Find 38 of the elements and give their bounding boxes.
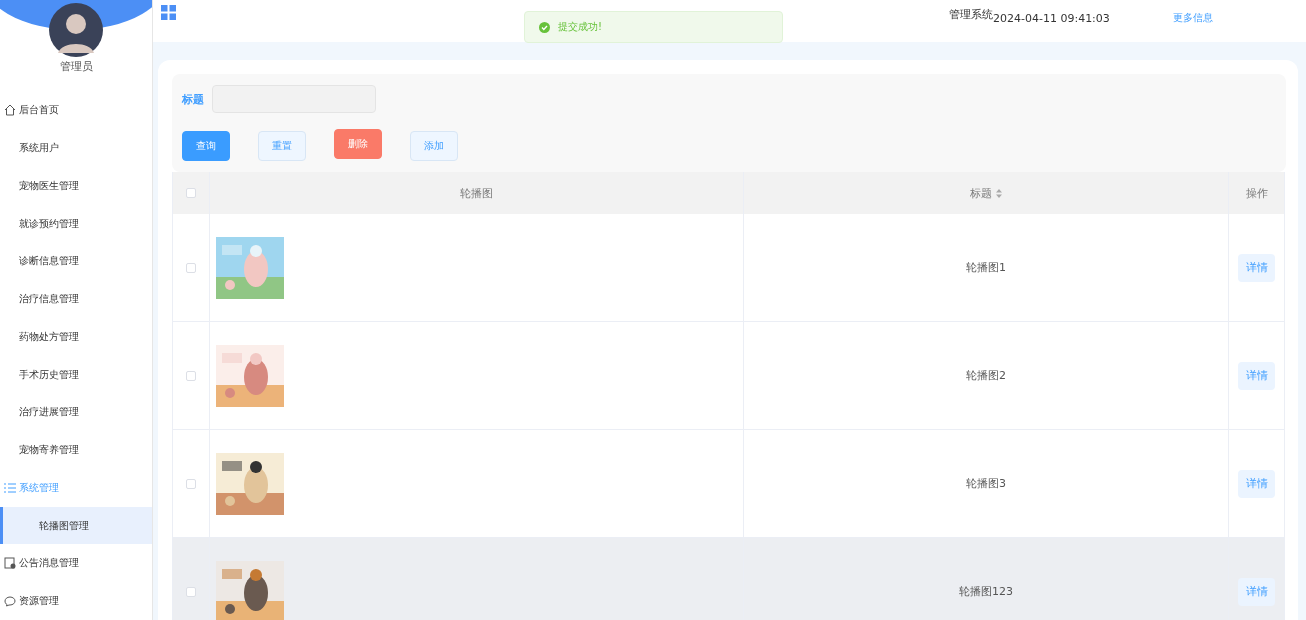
row-checkbox[interactable] — [186, 262, 196, 273]
user-name: 管理员 — [59, 59, 93, 74]
menu-item[interactable]: 治疗进展管理 — [0, 393, 152, 432]
avatar — [49, 3, 103, 57]
search-label: 标题 — [182, 91, 204, 107]
document-icon — [4, 557, 16, 570]
datetime: 2024-04-11 09:41:03 — [993, 11, 1111, 25]
row-checkbox[interactable] — [186, 370, 196, 381]
menu-item[interactable]: 就诊预约管理 — [0, 204, 152, 243]
menu-item[interactable]: 宠物医生管理 — [0, 166, 152, 205]
check-icon — [539, 21, 550, 33]
grid-icon[interactable] — [161, 4, 176, 20]
column-header: 标题 — [970, 185, 992, 201]
list-icon — [4, 482, 16, 493]
banner-title: 轮播图3 — [966, 476, 1006, 491]
banner-title: 轮播图123 — [959, 584, 1013, 599]
submenu-item[interactable]: 轮播图管理 — [0, 506, 152, 545]
select-all-checkbox[interactable] — [186, 188, 196, 198]
menu-item[interactable]: 药物处方管理 — [0, 317, 152, 356]
sort-icon[interactable] — [996, 188, 1002, 198]
menu-item[interactable]: 资源管理 — [0, 582, 152, 620]
column-header: 操作 — [1245, 185, 1268, 201]
toast-message: 提交成功! — [558, 20, 602, 34]
menu-item[interactable]: 后台首页 — [0, 91, 152, 130]
banner-title: 轮播图1 — [966, 260, 1006, 275]
column-header: 轮播图 — [460, 185, 493, 201]
chat-icon — [4, 595, 16, 607]
row-checkbox[interactable] — [186, 586, 196, 597]
menu-item[interactable]: 宠物寄养管理 — [0, 431, 152, 469]
menu-item[interactable]: 公告消息管理 — [0, 544, 152, 583]
home-icon — [4, 104, 16, 117]
menu-item[interactable]: 诊断信息管理 — [0, 242, 152, 281]
row-checkbox[interactable] — [186, 478, 196, 489]
menu-item[interactable]: 系统用户 — [0, 129, 152, 167]
banner-title: 轮播图2 — [966, 368, 1006, 383]
menu-item[interactable]: 治疗信息管理 — [0, 280, 152, 318]
menu-item[interactable]: 手术历史管理 — [0, 355, 152, 394]
system-title: 管理系统 — [948, 6, 993, 21]
